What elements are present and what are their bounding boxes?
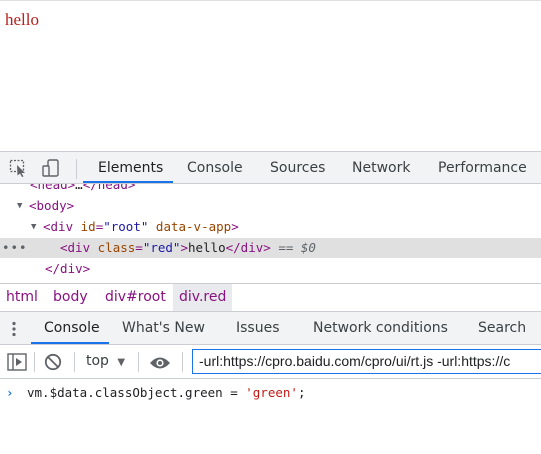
div-open-tag: <div	[60, 240, 91, 255]
drawer-active-tab-indicator	[31, 342, 109, 344]
console-filter-input[interactable]: -url:https://cpro.baidu.com/cpro/ui/rt.j…	[192, 349, 541, 374]
div-close-tag: </div>	[45, 261, 91, 276]
more-options-icon[interactable]: •••	[2, 238, 28, 258]
inspect-element-icon[interactable]	[9, 159, 29, 177]
tab-console[interactable]: Console	[187, 152, 243, 183]
live-expression-eye-icon[interactable]	[149, 355, 171, 374]
breadcrumb-div-red[interactable]: div.red	[173, 284, 233, 311]
context-selector-value: top	[86, 353, 109, 369]
drawer-menu-icon[interactable]	[12, 321, 16, 337]
clear-console-icon[interactable]	[44, 353, 62, 375]
expand-arrow-icon[interactable]: ▼	[17, 196, 22, 216]
breadcrumb-html[interactable]: html	[6, 284, 38, 311]
toolbar-separator	[76, 159, 77, 179]
toolbar-separator	[34, 352, 35, 372]
drawer-tab-issues[interactable]: Issues	[236, 312, 280, 344]
toolbar-separator	[74, 352, 75, 372]
div-tag-close: >	[231, 219, 239, 234]
drawer-tab-bar: Console What's New Issues Network condit…	[0, 311, 541, 345]
selected-node-marker: == $0	[278, 240, 316, 255]
body-tag: <body>	[29, 198, 75, 213]
breadcrumb: html body div#root div.red	[0, 283, 541, 311]
drawer-tab-search[interactable]: Search	[478, 312, 526, 344]
toolbar-separator	[182, 352, 183, 372]
head-close-tag: </head>	[82, 184, 136, 192]
tab-network[interactable]: Network	[352, 152, 410, 183]
toolbar-separator	[138, 352, 139, 372]
head-open-tag: <head>	[30, 184, 76, 192]
div-end-tag: </div>	[225, 240, 271, 255]
active-tab-indicator	[83, 181, 173, 183]
dom-node-red-div[interactable]: ••• <div class="red">hello</div> == $0	[0, 238, 541, 258]
tab-sources[interactable]: Sources	[270, 152, 325, 183]
head-ellipsis[interactable]: …	[75, 184, 83, 192]
console-prompt[interactable]: › vm.$data.classObject.green = 'green';	[0, 383, 541, 403]
dom-node-root-close[interactable]: </div>	[0, 259, 541, 279]
attr-data-v-app: data-v-app	[155, 219, 232, 234]
dropdown-arrow-icon: ▼	[117, 357, 126, 368]
breadcrumb-div-root[interactable]: div#root	[105, 284, 166, 311]
attr-id-value: "root"	[103, 219, 149, 234]
drawer-tab-console[interactable]: Console	[44, 312, 100, 344]
tab-elements[interactable]: Elements	[98, 152, 163, 183]
sidebar-toggle-icon[interactable]	[7, 353, 27, 375]
drawer-tab-whats-new[interactable]: What's New	[122, 312, 205, 344]
div-open-tag: <div	[43, 219, 74, 234]
drawer-tab-network-conditions[interactable]: Network conditions	[313, 312, 448, 344]
expand-arrow-icon[interactable]: ▼	[31, 217, 36, 237]
attr-class-value: "red"	[142, 240, 181, 255]
dom-node-head[interactable]: <head>…</head>	[0, 184, 541, 195]
div-tag-gt: >	[180, 240, 188, 255]
prompt-chevron-icon: ›	[6, 385, 14, 400]
node-text-hello: hello	[187, 240, 226, 255]
devtools-main-toolbar: Elements Console Sources Network Perform…	[0, 151, 541, 184]
device-toolbar-icon[interactable]	[42, 159, 62, 177]
breadcrumb-body[interactable]: body	[53, 284, 88, 311]
context-selector[interactable]: top ▼	[86, 345, 125, 378]
tab-performance[interactable]: Performance	[438, 152, 527, 183]
prompt-code-text: vm.$data.classObject.green =	[27, 385, 246, 400]
prompt-code-suffix: ;	[297, 385, 306, 400]
dom-node-body[interactable]: ▼ <body>	[0, 196, 541, 216]
page-top-border	[0, 0, 541, 1]
dom-node-root-div[interactable]: ▼ <div id="root" data-v-app>	[0, 217, 541, 237]
prompt-code-string: 'green'	[245, 385, 298, 400]
elements-dom-tree: <head>…</head> ▼ <body> ▼ <div id="root"…	[0, 184, 541, 282]
attr-class: class	[97, 240, 136, 255]
console-toolbar: top ▼ -url:https://cpro.baidu.com/cpro/u…	[0, 345, 541, 379]
attr-id: id	[80, 219, 96, 234]
page-hello-text: hello	[5, 10, 39, 29]
